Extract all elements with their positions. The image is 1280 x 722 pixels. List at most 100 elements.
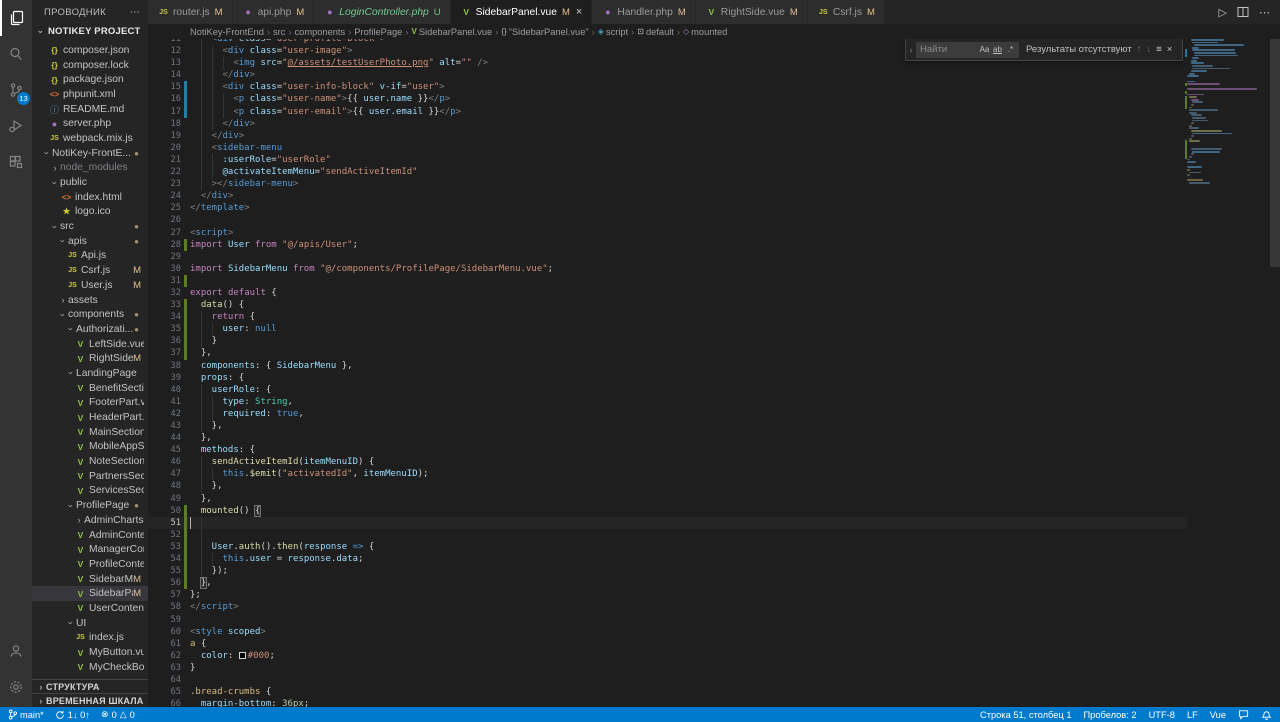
code-line-44[interactable]: 44}, — [148, 432, 1187, 444]
tree-file-admincontent....[interactable]: V AdminContent.... — [32, 528, 148, 543]
tab-api.php[interactable]: ● api.php M — [232, 0, 315, 24]
tree-folder-src[interactable]: › src ● — [32, 219, 148, 234]
code-line-42[interactable]: 42 required: true, — [148, 407, 1187, 420]
code-line-47[interactable]: 47 this.$emit("activatedId", itemMenuID); — [148, 468, 1187, 481]
code-line-41[interactable]: 41 type: String, — [148, 395, 1187, 408]
tree-file-usercontent.vue[interactable]: V UserContent.vue — [32, 601, 148, 616]
code-line-40[interactable]: 40 userRole: { — [148, 383, 1187, 396]
tree-file-mobileappsect...[interactable]: V MobileAppSect... — [32, 440, 148, 455]
code-line-27[interactable]: 27 <script> — [148, 227, 1187, 239]
tree-file-index.js[interactable]: JS index.js — [32, 631, 148, 646]
code-line-25[interactable]: 25 </template> — [148, 202, 1187, 214]
toggle-replace-icon[interactable]: › — [906, 45, 916, 55]
tree-folder-notikey-fronte...[interactable]: › NotiKey-FrontE... ● — [32, 146, 148, 161]
notifications-bell-icon[interactable] — [1261, 709, 1272, 720]
extensions-icon[interactable] — [0, 144, 32, 180]
project-root-header[interactable]: › NOTIKEY PROJECT — [32, 24, 148, 39]
tab-sidebarpanel.vue[interactable]: V SidebarPanel.vue M × — [450, 0, 593, 24]
code-line-38[interactable]: 38 components: { SidebarMenu }, — [148, 360, 1187, 372]
previous-match-icon[interactable]: ↑ — [1137, 44, 1142, 55]
code-line-51[interactable]: 51 — [148, 516, 1187, 529]
tree-folder-authorizati...[interactable]: › Authorizati... ● — [32, 322, 148, 337]
code-line-65[interactable]: 65 .bread-crumbs { — [148, 686, 1187, 698]
code-line-54[interactable]: 54 this.user = response.data; — [148, 553, 1187, 566]
code-line-60[interactable]: 60 <style scoped> — [148, 626, 1187, 638]
tree-file-composer.lock[interactable]: {} composer.lock — [32, 58, 148, 73]
code-line-28[interactable]: 28 import User from "@/apis/User"; — [148, 238, 1187, 251]
code-line-32[interactable]: 32 export default { — [148, 287, 1187, 299]
code-line-52[interactable]: 52 — [148, 528, 1187, 541]
tab-csrf.js[interactable]: JS Csrf.js M — [807, 0, 885, 24]
code-line-53[interactable]: 53 User.auth().then(response => { — [148, 540, 1187, 554]
code-line-36[interactable]: 36} — [148, 335, 1187, 348]
breadcrumb-item-profilepage[interactable]: ProfilePage — [354, 27, 402, 37]
tree-file-logo.ico[interactable]: ★ logo.ico — [32, 205, 148, 220]
next-match-icon[interactable]: ↓ — [1146, 44, 1151, 55]
code-line-17[interactable]: 17 <p class="user-email">{{ user.email }}… — [148, 105, 1187, 118]
more-actions-icon[interactable]: ⋯ — [1259, 6, 1270, 19]
code-line-58[interactable]: 58 </script> — [148, 601, 1187, 613]
code-line-24[interactable]: 24 </div> — [148, 190, 1187, 202]
close-icon[interactable]: × — [1167, 44, 1173, 55]
code-line-19[interactable]: 19 </div> — [148, 129, 1187, 142]
tree-folder-profilepage[interactable]: › ProfilePage ● — [32, 498, 148, 513]
tree-file-mainsection.vue[interactable]: V MainSection.vue — [32, 425, 148, 440]
breadcrumb-item-components[interactable]: components — [295, 27, 346, 37]
tab-logincontroller.php[interactable]: ● LoginController.php U — [314, 0, 451, 24]
code-line-57[interactable]: 57}; — [148, 589, 1187, 601]
breadcrumb-item-script[interactable]: ◈ script — [598, 27, 628, 37]
explorer-icon[interactable] — [0, 0, 32, 36]
code-line-49[interactable]: 49}, — [148, 493, 1187, 505]
breadcrumb-item-default[interactable]: ⊡ default — [637, 27, 674, 37]
code-line-48[interactable]: 48}, — [148, 480, 1187, 493]
tree-file-servicessectio...[interactable]: V ServicesSectio... — [32, 484, 148, 499]
code-line-22[interactable]: 22 @activateItemMenu="sendActiveItemId" — [148, 166, 1187, 179]
tree-file-index.html[interactable]: <> index.html — [32, 190, 148, 205]
code-line-30[interactable]: 30 import SidebarMenu from "@/components/… — [148, 263, 1187, 275]
tree-folder-public[interactable]: › public — [32, 175, 148, 190]
split-editor-icon[interactable] — [1237, 6, 1249, 18]
breadcrumb-item-sidebarpanel.vue[interactable]: V SidebarPanel.vue — [411, 27, 492, 37]
code-line-61[interactable]: 61 a { — [148, 638, 1187, 650]
code-line-35[interactable]: 35 user: null — [148, 323, 1187, 336]
code-editor[interactable]: 11 <div class="user-profile-block"> 12 <div… — [148, 39, 1280, 707]
breadcrumb-item-sidebarpanel.vue[interactable]: {} "SidebarPanel.vue" — [501, 27, 588, 37]
close-icon[interactable]: × — [576, 6, 582, 18]
indentation-indicator[interactable]: Пробелов: 2 — [1084, 710, 1137, 720]
code-line-26[interactable]: 26 — [148, 214, 1187, 226]
tree-folder-admincharts[interactable]: › AdminCharts — [32, 513, 148, 528]
code-line-37[interactable]: 37}, — [148, 347, 1187, 360]
tree-file-package.json[interactable]: {} package.json — [32, 72, 148, 87]
tab-handler.php[interactable]: ● Handler.php M — [592, 0, 696, 24]
code-line-39[interactable]: 39 props: { — [148, 372, 1187, 384]
sync-indicator[interactable]: 1↓ 0↑ — [55, 710, 90, 720]
tree-file-readme.md[interactable]: ⓘ README.md — [32, 102, 148, 117]
scrollbar-thumb[interactable] — [1270, 39, 1280, 267]
code-line-63[interactable]: 63} — [148, 662, 1187, 674]
code-line-46[interactable]: 46 sendActiveItemId(itemMenuID) { — [148, 456, 1187, 469]
tree-file-mycheckbox.vue[interactable]: V MyCheckBox.vue — [32, 660, 148, 675]
tree-folder-components[interactable]: › components ● — [32, 307, 148, 322]
breadcrumb-item-notikey-frontend[interactable]: NotiKey-FrontEnd — [190, 27, 264, 37]
eol-indicator[interactable]: LF — [1187, 710, 1198, 720]
code-line-45[interactable]: 45 methods: { — [148, 444, 1187, 456]
code-line-34[interactable]: 34 return { — [148, 311, 1187, 324]
tree-file-user.js[interactable]: JS User.js M — [32, 278, 148, 293]
tree-folder-apis[interactable]: › apis ● — [32, 234, 148, 249]
code-line-64[interactable]: 64 — [148, 674, 1187, 686]
tree-file-partnerssectio...[interactable]: V PartnersSectio... — [32, 469, 148, 484]
breadcrumb-item-mounted[interactable]: ◇ mounted — [683, 27, 727, 37]
scrollbar[interactable] — [1270, 39, 1280, 707]
problems-indicator[interactable]: ⊗ 0 △ 0 — [101, 709, 135, 720]
tree-file-sidebarm...[interactable]: V SidebarM...M — [32, 572, 148, 587]
code-line-31[interactable]: 31 — [148, 274, 1187, 287]
language-mode-indicator[interactable]: Vue — [1210, 710, 1226, 720]
tree-file-headerpart.vue[interactable]: V HeaderPart.vue — [32, 410, 148, 425]
code-line-18[interactable]: 18 </div> — [148, 117, 1187, 130]
cursor-position-indicator[interactable]: Строка 51, столбец 1 — [980, 710, 1072, 720]
explorer-more-icon[interactable]: ⋯ — [130, 7, 140, 18]
code-line-56[interactable]: 56}, — [148, 577, 1187, 590]
tab-rightside.vue[interactable]: V RightSide.vue M — [695, 0, 808, 24]
tree-file-footerpart.vue[interactable]: V FooterPart.vue — [32, 396, 148, 411]
tree-file-phpunit.xml[interactable]: <> phpunit.xml — [32, 87, 148, 102]
